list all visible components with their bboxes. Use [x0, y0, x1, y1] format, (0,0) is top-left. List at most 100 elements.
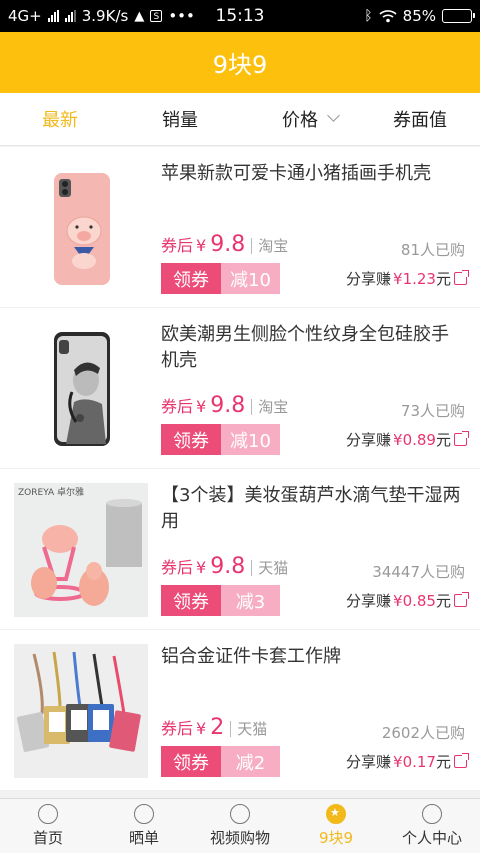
share-earn-button[interactable]: 分享赚 ¥0.89 元	[346, 429, 469, 450]
nav-label: 首页	[32, 829, 63, 847]
signal-icon	[47, 10, 59, 22]
chevron-down-icon	[327, 109, 340, 122]
price-label: 券后	[161, 236, 194, 255]
product-title[interactable]: 【3个装】美妆蛋葫芦水滴气垫干湿两用	[161, 483, 466, 535]
discount-label: 减2	[221, 746, 280, 777]
product-image[interactable]	[14, 161, 148, 295]
share-earn-button[interactable]: 分享赚 ¥1.23 元	[346, 268, 469, 289]
coupon-button[interactable]: 领券 减3	[161, 585, 280, 616]
product-item[interactable]: ZOREYA 卓尔雅 【3个装】美妆蛋葫芦水滴气垫干湿两用 券后 ¥ 9.8 天…	[0, 469, 480, 629]
nav-9-9[interactable]: 9块9	[288, 799, 384, 853]
coupon-button[interactable]: 领券 减2	[161, 746, 280, 777]
status-right: ᛒ 85%	[364, 7, 475, 25]
sold-count: 73人已购	[400, 402, 465, 420]
tab-label: 销量	[162, 110, 198, 131]
share-icon[interactable]	[454, 753, 469, 768]
more-dots: •••	[168, 7, 195, 25]
product-image[interactable]	[14, 322, 148, 456]
product-image[interactable]: ZOREYA 卓尔雅	[14, 483, 148, 617]
currency-symbol: ¥	[196, 719, 207, 738]
platform-label: 天猫	[230, 721, 267, 737]
home-icon	[38, 804, 58, 824]
get-coupon-label[interactable]: 领券	[161, 746, 221, 777]
bluetooth-icon: ᛒ	[364, 8, 373, 24]
sold-count: 81人已购	[400, 241, 465, 259]
currency-symbol: ¥	[196, 236, 207, 255]
share-amount: ¥0.17	[393, 752, 436, 771]
product-title[interactable]: 苹果新款可爱卡通小猪插画手机壳	[161, 161, 466, 187]
share-unit: 元	[435, 431, 451, 449]
tab-newest[interactable]: 最新	[0, 93, 120, 145]
share-unit: 元	[435, 753, 451, 771]
star-icon	[326, 804, 346, 824]
video-icon	[230, 804, 250, 824]
wifi-icon	[379, 10, 397, 23]
price-label: 券后	[161, 558, 194, 577]
nav-profile[interactable]: 个人中心	[384, 799, 480, 853]
share-icon[interactable]	[454, 592, 469, 607]
product-title[interactable]: 铝合金证件卡套工作牌	[161, 644, 466, 670]
share-earn-button[interactable]: 分享赚 ¥0.17 元	[346, 751, 469, 772]
tab-price[interactable]: 价格	[240, 93, 360, 145]
share-icon[interactable]	[454, 431, 469, 446]
share-amount: ¥0.89	[393, 430, 436, 449]
get-coupon-label[interactable]: 领券	[161, 585, 221, 616]
product-item[interactable]: 欧美潮男生侧脸个性纹身全包硅胶手机壳 券后 ¥ 9.8 淘宝 73人已购 领券 …	[0, 308, 480, 468]
share-amount: ¥1.23	[393, 269, 436, 288]
sold-count: 34447人已购	[372, 563, 465, 581]
tab-label: 最新	[42, 110, 78, 131]
product-list: 苹果新款可爱卡通小猪插画手机壳 券后 ¥ 9.8 淘宝 81人已购 领券 减10…	[0, 147, 480, 791]
nav-label: 9块9	[318, 829, 354, 847]
discount-label: 减10	[221, 424, 280, 455]
price-label: 券后	[161, 719, 194, 738]
price-label: 券后	[161, 397, 194, 416]
tab-label: 券面值	[393, 110, 447, 131]
product-image[interactable]	[14, 644, 148, 778]
network-speed: 3.9K/s	[81, 7, 129, 25]
price-row: 券后 ¥ 9.8 淘宝	[161, 232, 288, 257]
price-row: 券后 ¥ 2 天猫	[161, 715, 267, 740]
nav-label: 晒单	[128, 829, 159, 847]
nav-share-order[interactable]: 晒单	[96, 799, 192, 853]
share-icon[interactable]	[454, 270, 469, 285]
get-coupon-label[interactable]: 领券	[161, 263, 221, 294]
app-header: 9块9	[0, 32, 480, 93]
s-badge-icon: S	[150, 10, 163, 22]
page-title: 9块9	[212, 51, 268, 79]
product-title[interactable]: 欧美潮男生侧脸个性纹身全包硅胶手机壳	[161, 322, 466, 374]
share-earn-button[interactable]: 分享赚 ¥0.85 元	[346, 590, 469, 611]
share-order-icon	[134, 804, 154, 824]
coupon-button[interactable]: 领券 减10	[161, 263, 280, 294]
share-amount: ¥0.85	[393, 591, 436, 610]
tab-label: 价格	[282, 110, 318, 131]
nav-video-shopping[interactable]: 视频购物	[192, 799, 288, 853]
battery-icon	[442, 9, 475, 23]
coupon-button[interactable]: 领券 减10	[161, 424, 280, 455]
currency-symbol: ¥	[196, 397, 207, 416]
image-brand-text: ZOREYA 卓尔雅	[18, 486, 84, 498]
get-coupon-label[interactable]: 领券	[161, 424, 221, 455]
tab-coupon-value[interactable]: 券面值	[360, 93, 480, 145]
discount-label: 减10	[221, 263, 280, 294]
price-value: 9.8	[210, 393, 246, 418]
status-bar: 4G+ 3.9K/s ▲ S ••• 15:13 ᛒ 85%	[0, 0, 480, 32]
qq-icon: ▲	[134, 8, 145, 24]
nav-home[interactable]: 首页	[0, 799, 96, 853]
price-value: 2	[210, 715, 225, 740]
signal-2-icon	[64, 10, 76, 22]
nav-label: 个人中心	[401, 829, 462, 847]
price-value: 9.8	[210, 554, 246, 579]
sold-count: 2602人已购	[381, 724, 465, 742]
share-label: 分享赚	[346, 270, 392, 288]
platform-label: 淘宝	[251, 399, 288, 415]
price-value: 9.8	[210, 232, 246, 257]
price-row: 券后 ¥ 9.8 天猫	[161, 554, 288, 579]
profile-icon	[422, 804, 442, 824]
price-row: 券后 ¥ 9.8 淘宝	[161, 393, 288, 418]
share-label: 分享赚	[346, 431, 392, 449]
platform-label: 天猫	[251, 560, 288, 576]
tab-sales[interactable]: 销量	[120, 93, 240, 145]
product-item[interactable]: 苹果新款可爱卡通小猪插画手机壳 券后 ¥ 9.8 淘宝 81人已购 领券 减10…	[0, 147, 480, 307]
product-item[interactable]: 铝合金证件卡套工作牌 券后 ¥ 2 天猫 2602人已购 领券 减2 分享赚 ¥…	[0, 630, 480, 790]
status-left: 4G+ 3.9K/s ▲ S •••	[8, 7, 195, 25]
